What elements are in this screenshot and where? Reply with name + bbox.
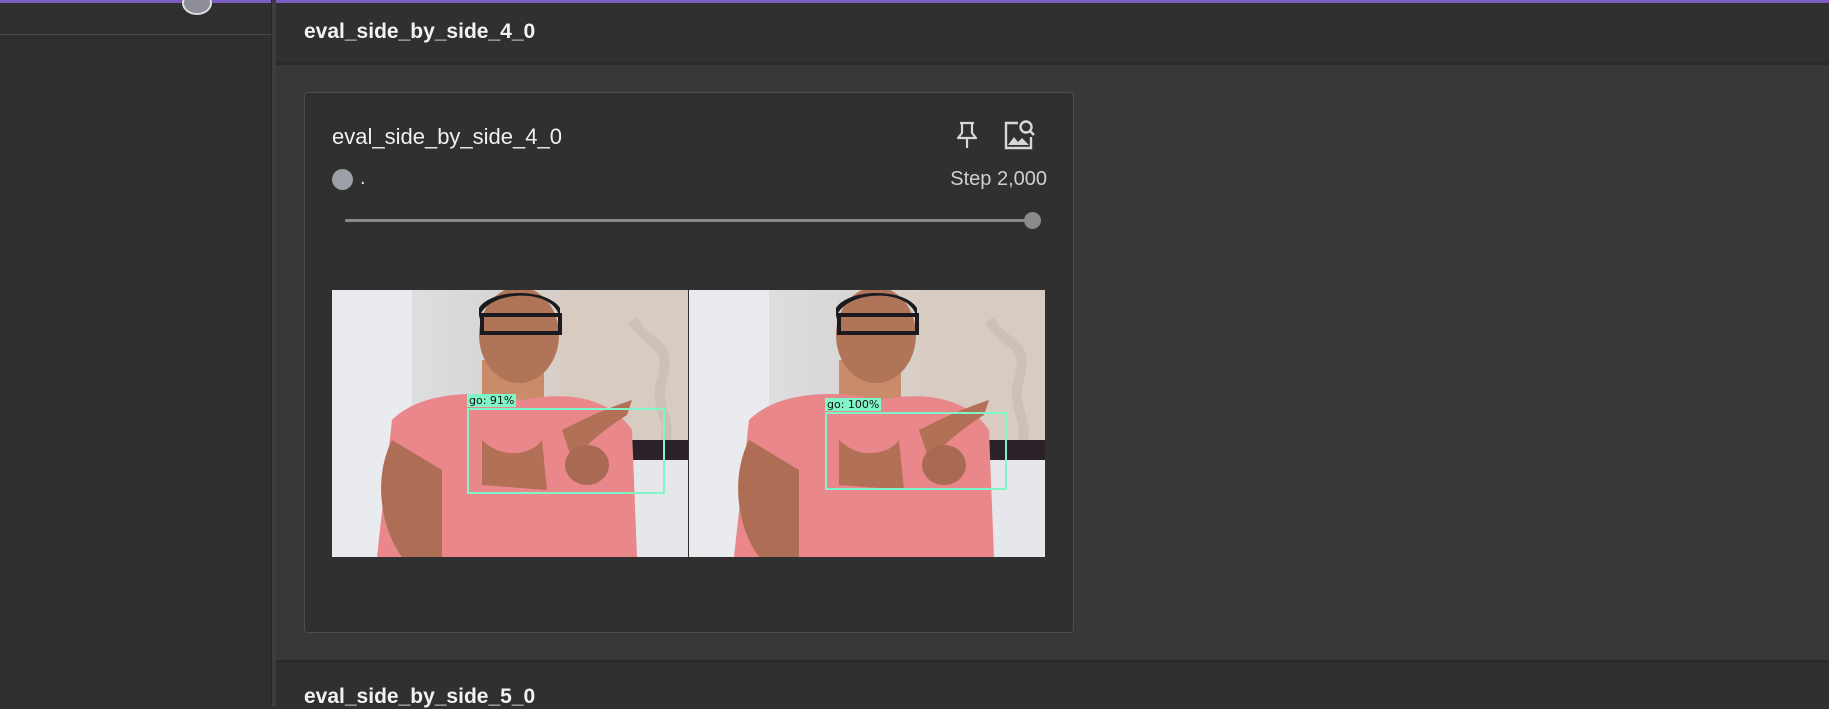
run-name: . — [360, 167, 366, 189]
detection-box — [467, 408, 665, 494]
slider-fill — [345, 219, 1032, 222]
slider-thumb[interactable] — [1024, 212, 1041, 229]
detection-label: go: 91% — [467, 394, 517, 407]
detection-box — [825, 412, 1007, 490]
group-title: eval_side_by_side_4_0 — [304, 20, 536, 43]
group-header[interactable]: eval_side_by_side_4_0 — [276, 3, 1829, 65]
image-card: eval_side_by_side_4_0 . Step 2,000 go: 9… — [304, 92, 1074, 633]
toggle-actual-size-button[interactable] — [999, 115, 1039, 155]
sidebar-divider — [0, 34, 271, 35]
pin-icon — [956, 121, 978, 148]
card-title: eval_side_by_side_4_0 — [332, 124, 562, 149]
run-color-dot — [332, 169, 353, 190]
eval-image-left: go: 91% — [332, 290, 688, 557]
step-label: Step 2,000 — [950, 168, 1047, 190]
avatar[interactable] — [182, 0, 212, 15]
image-preview: go: 91% go: 100% — [332, 290, 1045, 557]
image-search-icon — [1004, 120, 1035, 150]
pin-button[interactable] — [947, 115, 987, 155]
sidebar — [0, 0, 271, 707]
detection-label: go: 100% — [825, 398, 882, 411]
group-header[interactable]: eval_side_by_side_5_0 — [276, 660, 1829, 708]
main-panel: eval_side_by_side_4_0 eval_side_by_side_… — [276, 3, 1829, 708]
group-title: eval_side_by_side_5_0 — [304, 685, 536, 708]
eval-image-right: go: 100% — [689, 290, 1045, 557]
step-slider[interactable] — [345, 209, 1041, 231]
